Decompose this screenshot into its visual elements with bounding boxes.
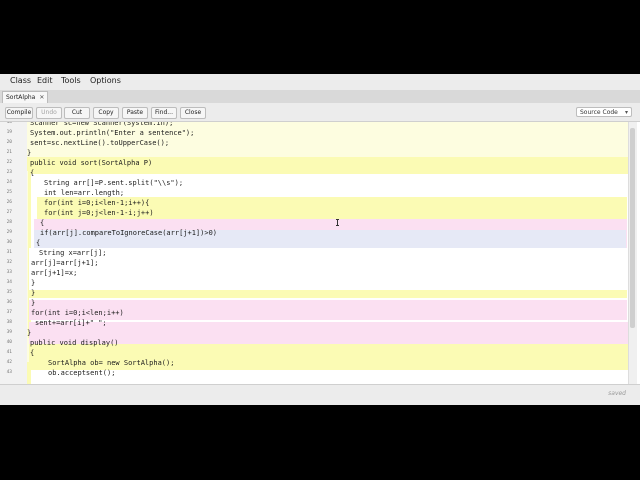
code-line: { [30,169,35,177]
code-line: } [31,299,36,307]
code-line: arr[j]=arr[j+1]; [31,259,99,267]
code-line: for(int i=0;i<len-1;i++){ [44,199,150,207]
menu-edit[interactable]: Edit [37,76,53,85]
ide-window: Class Edit Tools Options SortAlpha ✕ Comp… [0,74,640,405]
code-line: { [40,219,45,227]
code-line: } [27,149,32,157]
scope-block [29,322,628,344]
close-icon[interactable]: ✕ [39,94,44,101]
line-number: 42 [6,360,12,365]
line-number: 36 [6,300,12,305]
code-line: String x=arr[j]; [39,249,107,257]
undo-button[interactable]: Undo [36,107,62,119]
tab-sortalpha[interactable]: SortAlpha ✕ [2,91,49,103]
menu-bar: Class Edit Tools Options [0,74,640,91]
line-number: 19 [6,130,12,135]
code-line: SortAlpha ob= new SortAlpha(); [48,359,175,367]
line-number: 20 [6,140,12,145]
text-cursor-icon [336,219,339,226]
line-number: 37 [6,310,12,315]
line-number: 23 [6,170,12,175]
code-line: sent=sc.nextLine().toUpperCase(); [30,139,170,147]
menu-options[interactable]: Options [90,76,121,85]
line-number: 26 [6,200,12,205]
line-number: 25 [6,190,12,195]
code-line: String arr[]=P.sent.split("\\s"); [44,179,184,187]
code-line: System.out.println("Enter a sentence"); [30,129,195,137]
menu-tools[interactable]: Tools [61,76,81,85]
line-number: 40 [6,340,12,345]
cut-button[interactable]: Cut [64,107,90,119]
line-number: 27 [6,210,12,215]
line-number: 21 [6,150,12,155]
paste-button[interactable]: Paste [122,107,148,119]
code-line: for(int j=0;j<len-1-i;j++) [44,209,154,217]
status-text: saved [608,390,626,397]
code-line: public void display() [30,339,119,347]
code-line: int len=arr.length; [44,189,125,197]
line-number: 30 [6,240,12,245]
code-line: } [31,289,36,297]
line-number: 33 [6,270,12,275]
line-number: 34 [6,280,12,285]
scope-block [31,370,628,384]
status-bar: saved [0,384,640,405]
line-number: 43 [6,370,12,375]
code-editor[interactable]: 18 19 20 21 22 23 24 25 26 27 28 29 30 31 32 33 34 35 36 37… [0,122,640,384]
line-number: 38 [6,320,12,325]
code-line: } [31,279,36,287]
view-mode-select[interactable]: Source Code ▾ [576,107,632,117]
tab-label: SortAlpha [6,94,36,101]
tab-bar: SortAlpha ✕ [0,90,640,104]
line-number: 32 [6,260,12,265]
line-number: 39 [6,330,12,335]
chevron-down-icon: ▾ [624,109,628,116]
line-number: 24 [6,180,12,185]
code-line: { [36,239,41,247]
scope-block [29,290,627,298]
view-mode-value: Source Code [580,109,618,116]
code-line: ob.acceptsent(); [48,369,116,377]
line-number-gutter: 18 19 20 21 22 23 24 25 26 27 28 29 30 31 32 33 34 35 36 37… [0,122,28,384]
menu-class[interactable]: Class [10,76,31,85]
line-number: 29 [6,230,12,235]
code-line: } [27,329,32,337]
code-line: { [30,349,35,357]
code-line: arr[j+1]=x; [31,269,78,277]
vertical-scrollbar[interactable] [628,122,637,384]
code-line: if(arr[j].compareToIgnoreCase(arr[j+1])>… [40,229,218,237]
line-number: 22 [6,160,12,165]
scrollbar-thumb[interactable] [630,128,635,328]
code-line: sent+=arr[i]+" "; [35,319,107,327]
line-number: 35 [6,290,12,295]
close-button[interactable]: Close [180,107,206,119]
code-line: public void sort(SortAlpha P) [30,159,153,167]
copy-button[interactable]: Copy [93,107,119,119]
toolbar: Compile Undo Cut Copy Paste Find... Clos… [0,103,640,122]
line-number: 31 [6,250,12,255]
line-number: 28 [6,220,12,225]
find-button[interactable]: Find... [151,107,177,119]
compile-button[interactable]: Compile [5,107,33,119]
code-line: for(int i=0;i<len;i++) [31,309,124,317]
line-number: 41 [6,350,12,355]
